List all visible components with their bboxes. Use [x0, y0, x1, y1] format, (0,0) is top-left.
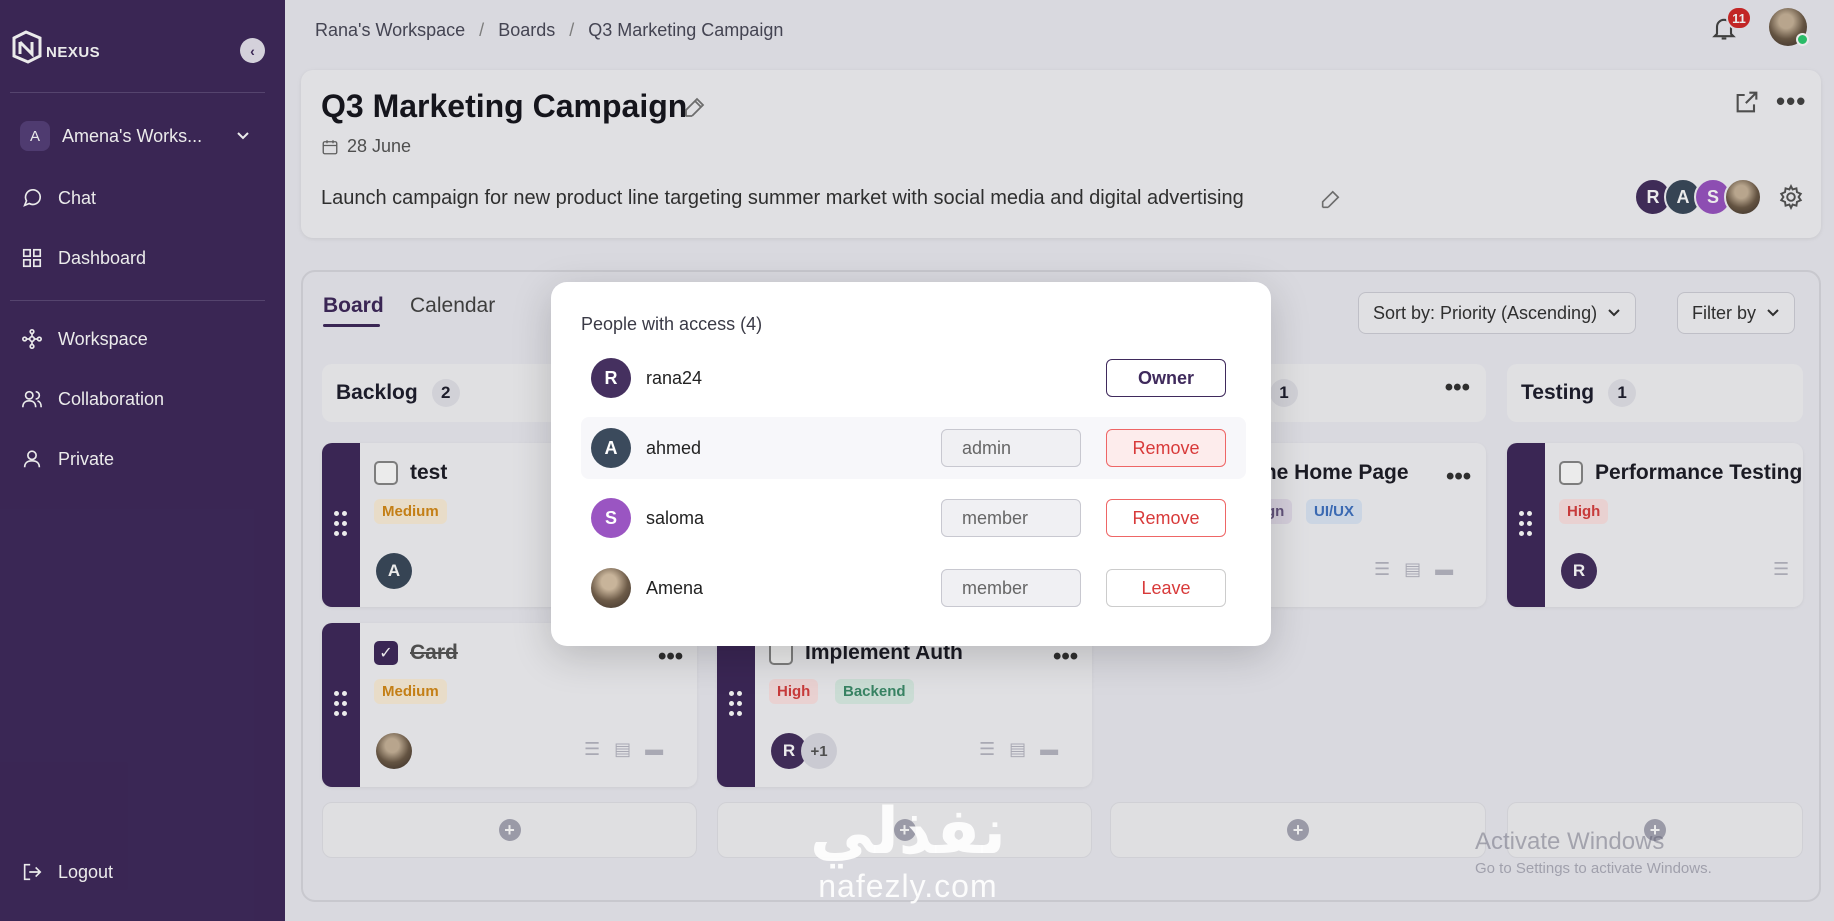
activate-subtitle: Go to Settings to activate Windows. — [1475, 860, 1712, 877]
remove-button[interactable]: Remove — [1106, 499, 1226, 537]
leave-button[interactable]: Leave — [1106, 569, 1226, 607]
watermark-url: nafezly.com — [818, 868, 998, 904]
activate-windows-notice: Activate Windows Go to Settings to activ… — [1475, 828, 1712, 877]
person-name: Amena — [646, 577, 704, 598]
role-field[interactable]: member — [941, 499, 1081, 537]
people-access-modal: People with access (4) R rana24 Owner A … — [551, 282, 1271, 646]
person-name: saloma — [646, 507, 705, 528]
access-row: Amena member Leave — [581, 557, 1246, 619]
person-name: rana24 — [646, 367, 703, 388]
person-avatar: R — [591, 358, 631, 398]
activate-title: Activate Windows — [1475, 828, 1665, 855]
access-row: A ahmed admin Remove — [581, 417, 1246, 479]
access-row: S saloma member Remove — [581, 487, 1246, 549]
remove-button[interactable]: Remove — [1106, 429, 1226, 467]
role-field[interactable]: admin — [941, 429, 1081, 467]
modal-title: People with access (4) — [581, 314, 763, 334]
owner-badge-button[interactable]: Owner — [1106, 359, 1226, 397]
watermark-arabic: نفذلي — [810, 795, 1006, 869]
person-avatar: S — [591, 498, 631, 538]
person-name: ahmed — [646, 437, 702, 458]
person-avatar: A — [591, 428, 631, 468]
person-avatar-photo — [591, 568, 631, 608]
watermark: نفذلي nafezly.com — [810, 800, 1006, 905]
access-row: R rana24 Owner — [581, 347, 1246, 409]
role-field[interactable]: member — [941, 569, 1081, 607]
